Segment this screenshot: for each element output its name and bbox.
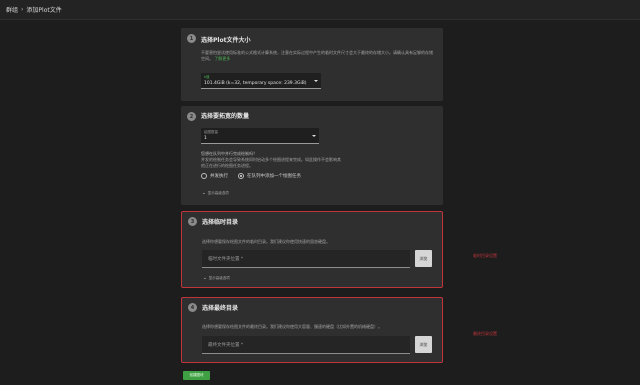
temp-directory-annotation: 临时目录设置 <box>473 253 497 258</box>
step-4-title: 选择最终目录 <box>202 305 239 312</box>
step-3-card: 3 选择临时目录 选择你想要保存绘图文件的临时目录。我们建议你使用快速的固态硬盘… <box>181 211 443 288</box>
step-1-number: 1 <box>187 34 196 43</box>
plot-count-select[interactable]: 绘图数量 1 <box>201 128 319 144</box>
breadcrumb-parent-link[interactable]: 群组 <box>6 5 18 14</box>
parallel-question-detail: 并发的绘制任务会导致系统同时启动多个绘图进程来完成。如此操作不会影响其他正在进行… <box>201 157 341 168</box>
chevron-down-icon: ⌄ <box>202 191 206 196</box>
step-1-title: 选择Plot文件大小 <box>201 37 251 44</box>
chevron-down-icon <box>312 135 316 137</box>
step-3-advanced-toggle[interactable]: ⌄ 显示高级选项 <box>203 276 230 281</box>
final-browse-button[interactable]: 浏览 <box>415 336 432 353</box>
plot-size-select-value: 101.4GiB (k=32, temporary space: 239.3Gi… <box>204 81 307 86</box>
radio-parallel-icon <box>201 173 207 179</box>
plot-count-select-label: 绘图数量 <box>204 130 218 134</box>
parallel-question: 您想在队列中并行完成绘制吗？ <box>201 151 257 156</box>
step-4-card: 4 选择最终目录 选择你想要保存绘图文件的最终目录。我们建议你使用大容量、慢速的… <box>181 297 443 363</box>
radio-parallel-label: 并发执行 <box>210 174 228 179</box>
radio-queue-label: 在队列中添加一个绘图任务 <box>247 174 301 179</box>
chevron-down-icon <box>314 80 318 82</box>
chevron-down-icon: ⌄ <box>203 276 207 281</box>
temp-folder-placeholder: 临时文件夹位置 * <box>208 257 244 262</box>
plot-size-select-label: k值 <box>204 75 210 79</box>
step-2-card: 2 选择要拓宽的数量 绘图数量 1 您想在队列中并行完成绘制吗？ 并发的绘制任务… <box>181 106 443 205</box>
parallel-radio-group: 并发执行 在队列中添加一个绘图任务 <box>201 173 311 179</box>
step-1-description: 不要害怕尝试使用标准的公式格式计算系统，注意在实际过程中产生的临时文件尺寸会大于… <box>201 50 433 61</box>
step-1-description-text: 不要害怕尝试使用标准的公式格式计算系统，注意在实际过程中产生的临时文件尺寸会大于… <box>201 50 433 61</box>
step-2-advanced-toggle-label: 显示高级选项 <box>207 191 229 195</box>
plot-count-select-value: 1 <box>204 136 207 141</box>
step-3-description: 选择你想要保存绘图文件的临时目录。我们建议你使用快速的固态硬盘。 <box>202 239 330 244</box>
learn-more-link[interactable]: 了解更多 <box>214 56 230 61</box>
step-4-description: 选择你想要保存绘图文件的最终目录。我们建议你使用大容量、慢速的硬盘（比如外置的机… <box>202 324 382 329</box>
radio-option-queue[interactable]: 在队列中添加一个绘图任务 <box>238 173 301 179</box>
final-directory-annotation: 最终目录设置 <box>473 331 497 336</box>
breadcrumb: 群组 › 添加Plot文件 <box>0 0 640 20</box>
temp-folder-input[interactable]: 临时文件夹位置 * <box>202 250 410 268</box>
plot-size-select[interactable]: k值 101.4GiB (k=32, temporary space: 239.… <box>201 73 321 89</box>
temp-browse-button[interactable]: 浏览 <box>415 250 432 267</box>
step-2-title: 选择要拓宽的数量 <box>201 113 250 120</box>
step-3-advanced-toggle-label: 显示高级选项 <box>208 276 230 280</box>
step-2-advanced-toggle[interactable]: ⌄ 显示高级选项 <box>202 191 229 196</box>
step-1-card: 1 选择Plot文件大小 不要害怕尝试使用标准的公式格式计算系统，注意在实际过程… <box>181 28 443 101</box>
breadcrumb-separator: › <box>21 6 24 13</box>
create-plot-button[interactable]: 创建图块 <box>183 371 210 380</box>
step-4-number: 4 <box>188 303 197 312</box>
radio-queue-icon <box>238 173 244 179</box>
step-3-number: 3 <box>188 217 197 226</box>
step-3-title: 选择临时目录 <box>202 219 239 226</box>
breadcrumb-current: 添加Plot文件 <box>26 7 62 14</box>
step-2-number: 2 <box>187 112 196 121</box>
final-folder-placeholder: 最终文件夹位置 * <box>208 343 244 348</box>
radio-option-parallel[interactable]: 并发执行 <box>201 173 228 179</box>
final-folder-input[interactable]: 最终文件夹位置 * <box>202 336 410 354</box>
